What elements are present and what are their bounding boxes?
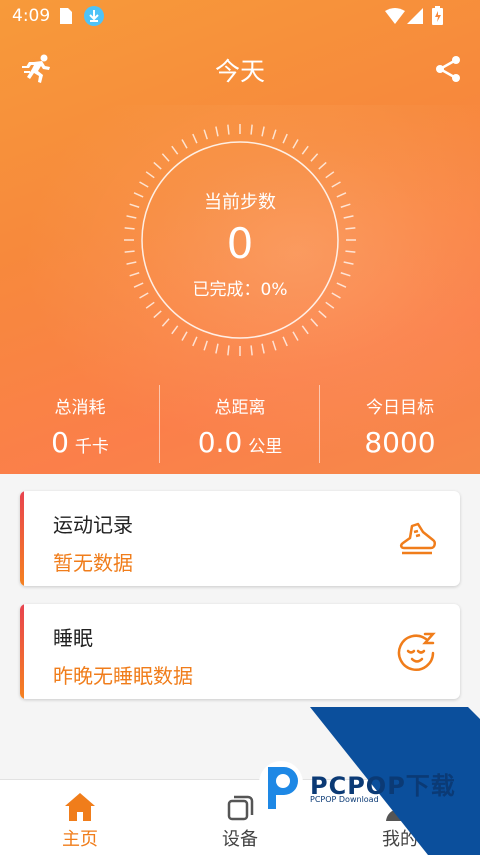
- tab-label: 设备: [222, 829, 258, 850]
- card-accent-bar: [20, 604, 24, 699]
- stat-unit: 公里: [248, 437, 283, 457]
- stat-label: 总消耗: [54, 398, 106, 418]
- sleep-face-icon: [396, 631, 438, 673]
- share-icon[interactable]: [434, 55, 462, 83]
- tab-home[interactable]: 主页: [0, 780, 160, 855]
- stat-unit: 千卡: [74, 437, 109, 457]
- stat-label: 总距离: [214, 398, 266, 418]
- stat-distance: 总距离 0.0 公里: [160, 385, 320, 459]
- home-icon: [64, 792, 96, 822]
- stat-value: 0.0: [197, 426, 243, 459]
- card-accent-bar: [20, 491, 24, 586]
- status-time: 4:09: [12, 6, 51, 26]
- stat-value: 8000: [364, 426, 436, 459]
- signal-icon: [407, 8, 423, 28]
- card-title: 运动记录: [53, 513, 133, 537]
- stat-goal[interactable]: 今日目标 8000: [320, 385, 480, 459]
- exercise-record-card[interactable]: 运动记录 暂无数据: [20, 491, 460, 586]
- title-bar: 今天: [0, 40, 480, 100]
- steps-value: 0: [226, 219, 254, 268]
- stat-label: 今日目标: [366, 398, 434, 418]
- battery-icon: [432, 6, 443, 29]
- card-subtitle: 暂无数据: [53, 551, 133, 575]
- sim-card-icon: [60, 8, 72, 28]
- page-title: 今天: [214, 57, 265, 86]
- dial-readout: 当前步数 0 已完成：0%: [115, 115, 365, 365]
- hero-header: 4:09 今天 当前步数 0 已完成：0% 总消耗 0 千卡 总距离 0.0 公…: [0, 0, 480, 474]
- card-subtitle: 昨晚无睡眠数据: [53, 664, 193, 688]
- device-icon: [224, 792, 256, 822]
- status-bar: 4:09: [0, 0, 480, 32]
- watermark-logo-icon: [259, 761, 303, 809]
- wifi-icon: [385, 8, 405, 28]
- steps-progress: 已完成：0%: [192, 280, 288, 300]
- tab-label: 主页: [62, 829, 98, 850]
- card-title: 睡眠: [53, 626, 93, 650]
- steps-label: 当前步数: [204, 192, 276, 213]
- watermark-sub: PCPOP Download: [310, 795, 379, 804]
- sneaker-icon: [396, 518, 438, 560]
- download-icon: [84, 6, 104, 30]
- stats-row: 总消耗 0 千卡 总距离 0.0 公里 今日目标 8000: [0, 385, 480, 465]
- stat-value: 0: [51, 426, 69, 459]
- stat-calories: 总消耗 0 千卡: [0, 385, 160, 459]
- sleep-card[interactable]: 睡眠 昨晚无睡眠数据: [20, 604, 460, 699]
- app-root: 4:09 今天 当前步数 0 已完成：0% 总消耗 0 千卡 总距离 0.0 公…: [0, 0, 480, 855]
